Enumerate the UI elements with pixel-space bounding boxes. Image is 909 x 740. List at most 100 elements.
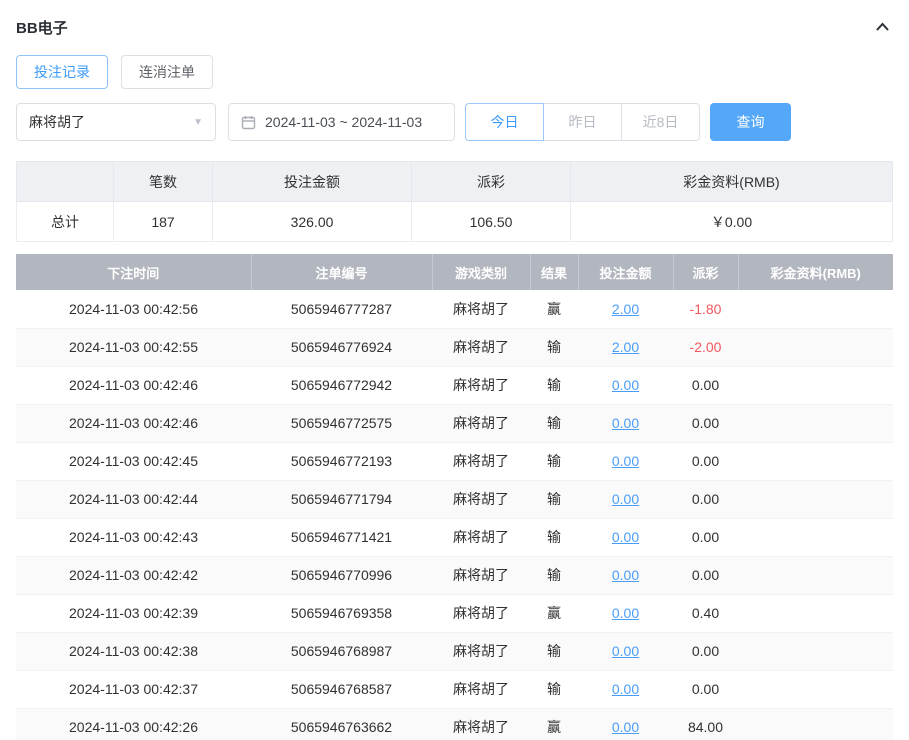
calendar-icon — [241, 115, 256, 130]
bet-amount-link[interactable]: 2.00 — [612, 301, 639, 317]
payout-cell: 0.00 — [673, 480, 738, 518]
bet-amount-cell: 0.00 — [578, 670, 673, 708]
order-number-cell: 5065946763662 — [251, 708, 432, 740]
table-row: 2024-11-03 00:42:55 5065946776924 麻将胡了 输… — [16, 328, 893, 366]
bet-amount-link[interactable]: 0.00 — [612, 529, 639, 545]
bet-amount-link[interactable]: 0.00 — [612, 567, 639, 583]
header-order-number: 注单编号 — [251, 254, 432, 290]
tab-cancelled-orders[interactable]: 连消注单 — [121, 55, 213, 89]
records-header-row: 下注时间 注单编号 游戏类别 结果 投注金额 派彩 彩金资料(RMB) — [16, 254, 893, 290]
table-row: 2024-11-03 00:42:26 5065946763662 麻将胡了 赢… — [16, 708, 893, 740]
result-cell: 输 — [530, 442, 578, 480]
bet-amount-link[interactable]: 0.00 — [612, 491, 639, 507]
bet-amount-link[interactable]: 2.00 — [612, 339, 639, 355]
bet-time-cell: 2024-11-03 00:42:44 — [16, 480, 251, 518]
bonus-cell — [738, 632, 893, 670]
table-row: 2024-11-03 00:42:37 5065946768587 麻将胡了 输… — [16, 670, 893, 708]
quick-date-button-group: 今日 昨日 近8日 — [465, 103, 700, 141]
order-number-cell: 5065946771421 — [251, 518, 432, 556]
bet-time-cell: 2024-11-03 00:42:43 — [16, 518, 251, 556]
panel-header: BB电子 — [16, 14, 893, 40]
bet-amount-link[interactable]: 0.00 — [612, 605, 639, 621]
order-number-cell: 5065946768587 — [251, 670, 432, 708]
bet-amount-cell: 0.00 — [578, 556, 673, 594]
bonus-cell — [738, 708, 893, 740]
result-cell: 赢 — [530, 708, 578, 740]
payout-cell: 0.00 — [673, 632, 738, 670]
bet-amount-cell: 2.00 — [578, 290, 673, 328]
bet-amount-cell: 2.00 — [578, 328, 673, 366]
tab-bar: 投注记录 连消注单 — [16, 55, 893, 89]
tab-betting-records[interactable]: 投注记录 — [16, 55, 108, 89]
bet-amount-link[interactable]: 0.00 — [612, 719, 639, 735]
payout-cell: 0.40 — [673, 594, 738, 632]
bonus-cell — [738, 518, 893, 556]
order-number-cell: 5065946777287 — [251, 290, 432, 328]
order-number-cell: 5065946770996 — [251, 556, 432, 594]
bonus-cell — [738, 670, 893, 708]
game-select[interactable]: 麻将胡了 ▼ — [16, 103, 216, 141]
game-type-cell: 麻将胡了 — [432, 518, 530, 556]
payout-cell: 0.00 — [673, 518, 738, 556]
result-cell: 赢 — [530, 594, 578, 632]
yesterday-button[interactable]: 昨日 — [543, 103, 622, 141]
bet-amount-link[interactable]: 0.00 — [612, 453, 639, 469]
bet-amount-cell: 0.00 — [578, 404, 673, 442]
bet-amount-cell: 0.00 — [578, 442, 673, 480]
collapse-button[interactable] — [872, 18, 893, 36]
payout-cell: 0.00 — [673, 556, 738, 594]
result-cell: 输 — [530, 480, 578, 518]
game-type-cell: 麻将胡了 — [432, 404, 530, 442]
game-type-cell: 麻将胡了 — [432, 442, 530, 480]
bonus-cell — [738, 366, 893, 404]
table-row: 2024-11-03 00:42:46 5065946772575 麻将胡了 输… — [16, 404, 893, 442]
bonus-cell — [738, 556, 893, 594]
page-title: BB电子 — [16, 17, 68, 38]
table-row: 2024-11-03 00:42:38 5065946768987 麻将胡了 输… — [16, 632, 893, 670]
header-bonus: 彩金资料(RMB) — [738, 254, 893, 290]
table-row: 2024-11-03 00:42:43 5065946771421 麻将胡了 输… — [16, 518, 893, 556]
search-button[interactable]: 查询 — [710, 103, 791, 141]
game-type-cell: 麻将胡了 — [432, 632, 530, 670]
bonus-cell — [738, 594, 893, 632]
bet-time-cell: 2024-11-03 00:42:46 — [16, 366, 251, 404]
payout-cell: 84.00 — [673, 708, 738, 740]
game-type-cell: 麻将胡了 — [432, 290, 530, 328]
game-select-value: 麻将胡了 — [29, 112, 85, 132]
game-type-cell: 麻将胡了 — [432, 480, 530, 518]
bet-amount-cell: 0.00 — [578, 480, 673, 518]
result-cell: 输 — [530, 518, 578, 556]
game-type-cell: 麻将胡了 — [432, 328, 530, 366]
bet-amount-cell: 0.00 — [578, 594, 673, 632]
bet-amount-link[interactable]: 0.00 — [612, 643, 639, 659]
table-row: 2024-11-03 00:42:45 5065946772193 麻将胡了 输… — [16, 442, 893, 480]
table-row: 2024-11-03 00:42:44 5065946771794 麻将胡了 输… — [16, 480, 893, 518]
summary-total-row: 总计 187 326.00 106.50 ￥0.00 — [17, 202, 893, 242]
table-row: 2024-11-03 00:42:39 5065946769358 麻将胡了 赢… — [16, 594, 893, 632]
last-8-days-button[interactable]: 近8日 — [621, 103, 700, 141]
order-number-cell: 5065946768987 — [251, 632, 432, 670]
summary-total-count: 187 — [114, 202, 213, 242]
order-number-cell: 5065946772575 — [251, 404, 432, 442]
summary-header-bonus: 彩金资料(RMB) — [571, 162, 893, 202]
bet-amount-link[interactable]: 0.00 — [612, 377, 639, 393]
date-range-picker[interactable]: 2024-11-03 ~ 2024-11-03 — [228, 103, 455, 141]
game-type-cell: 麻将胡了 — [432, 366, 530, 404]
filter-bar: 麻将胡了 ▼ 2024-11-03 ~ 2024-11-03 今日 昨日 近8日… — [16, 103, 893, 141]
bet-amount-cell: 0.00 — [578, 366, 673, 404]
bet-amount-link[interactable]: 0.00 — [612, 415, 639, 431]
bonus-cell — [738, 480, 893, 518]
header-payout: 派彩 — [673, 254, 738, 290]
chevron-down-icon: ▼ — [193, 117, 203, 128]
order-number-cell: 5065946769358 — [251, 594, 432, 632]
chevron-up-icon — [874, 20, 891, 34]
payout-cell: -1.80 — [673, 290, 738, 328]
bet-amount-link[interactable]: 0.00 — [612, 681, 639, 697]
header-game-type: 游戏类别 — [432, 254, 530, 290]
records-table: 下注时间 注单编号 游戏类别 结果 投注金额 派彩 彩金资料(RMB) 2024… — [16, 254, 893, 740]
order-number-cell: 5065946772942 — [251, 366, 432, 404]
today-button[interactable]: 今日 — [465, 103, 544, 141]
header-result: 结果 — [530, 254, 578, 290]
header-bet-time: 下注时间 — [16, 254, 251, 290]
order-number-cell: 5065946772193 — [251, 442, 432, 480]
